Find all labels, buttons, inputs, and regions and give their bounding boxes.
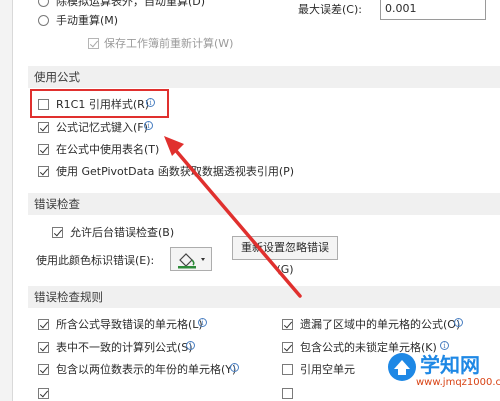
- watermark-url: www.jmqz1000.com: [416, 377, 500, 388]
- watermark: 学知网 www.jmqz1000.com: [386, 345, 500, 397]
- watermark-brand: 学知网: [420, 353, 480, 377]
- annotation-arrow: [164, 136, 302, 298]
- watermark-logo-icon: [388, 353, 416, 381]
